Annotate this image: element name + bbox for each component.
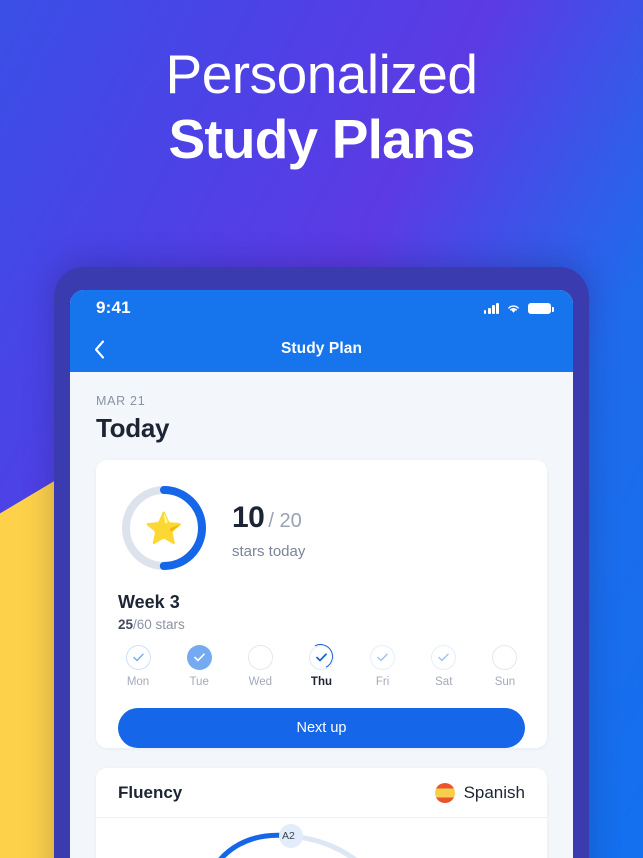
device-screen: 9:41 Study Plan MAR 21 Today ⭐ 10 / 20 s…: [70, 290, 573, 858]
fluency-title: Fluency: [118, 783, 183, 802]
week-days-row: Mon Tue Wed Thu Fri Sat Sun: [118, 641, 525, 688]
check-icon: [193, 653, 205, 662]
day-circle-thu: [305, 641, 337, 673]
check-icon: [438, 653, 450, 662]
week-stars-total: /60 stars: [133, 617, 185, 632]
week-title: Week 3: [118, 592, 180, 612]
next-up-button[interactable]: Next up: [118, 708, 525, 748]
stars-count: 10: [232, 500, 265, 534]
day-label-mon: Mon: [126, 676, 150, 688]
status-bar: 9:41: [70, 290, 573, 326]
wifi-icon: [508, 304, 519, 313]
week-block: Week 3 25/60 stars Mon Tue Wed Thu Fri S…: [96, 578, 547, 688]
today-heading: Today: [96, 413, 170, 443]
day-item-thu[interactable]: Thu: [303, 641, 339, 688]
check-icon: [377, 653, 388, 662]
back-button[interactable]: [84, 334, 114, 364]
day-circle-sun: [492, 645, 518, 670]
stars-total: / 20: [268, 509, 302, 532]
day-item-mon[interactable]: Mon: [120, 645, 156, 688]
star-icon: ⭐: [144, 510, 184, 546]
day-circle-mon: [125, 645, 151, 670]
day-item-wed[interactable]: Wed: [242, 645, 278, 688]
today-progress-arc: [305, 641, 337, 673]
study-plan-card: ⭐ 10/ 20 stars today Week 3 25/60 stars: [96, 460, 547, 748]
spain-flag-icon: [434, 783, 455, 803]
day-label-tue: Tue: [189, 676, 209, 688]
stars-text-block: 10/ 20 stars today: [232, 497, 305, 560]
fluency-language-name: Spanish: [463, 783, 525, 802]
status-time: 9:41: [96, 298, 131, 317]
day-circle-fri: [370, 645, 396, 670]
week-stars-progress: 25/60 stars: [118, 617, 525, 632]
fluency-arc-chart: A1 A2: [96, 818, 547, 858]
day-item-tue[interactable]: Tue: [181, 645, 217, 688]
headline-line-1: Personalized: [165, 43, 478, 105]
stars-count-line: 10/ 20: [232, 501, 305, 535]
fluency-arc-svg: [218, 824, 358, 858]
day-label-wed: Wed: [248, 676, 273, 688]
fluency-card-header: Fluency Spanish: [96, 768, 547, 818]
date-label: MAR 21: [96, 394, 146, 408]
day-label-thu: Thu: [310, 676, 332, 688]
screenshot-root: Personalized Study Plans 9:41 Study Plan…: [0, 0, 643, 858]
check-icon: [132, 653, 144, 662]
nav-bar: Study Plan: [70, 326, 573, 372]
day-item-sun[interactable]: Sun: [487, 645, 523, 688]
stars-progress-ring: ⭐: [118, 482, 210, 574]
day-item-fri[interactable]: Fri: [365, 645, 401, 688]
day-item-sat[interactable]: Sat: [426, 645, 462, 688]
page-title: Study Plan: [280, 340, 363, 357]
status-icons: [483, 302, 554, 314]
fluency-node-a2: A2: [282, 830, 295, 842]
battery-icon: [528, 302, 554, 314]
day-label-sun: Sun: [494, 676, 516, 688]
day-label-fri: Fri: [375, 676, 390, 688]
chevron-left-icon: [94, 339, 104, 359]
stars-caption: stars today: [232, 542, 306, 560]
day-circle-wed: [247, 645, 273, 670]
stars-summary-row: ⭐ 10/ 20 stars today: [96, 460, 547, 578]
day-circle-sat: [431, 645, 457, 670]
headline-line-2: Study Plans: [168, 107, 476, 170]
headline: Personalized Study Plans: [0, 43, 643, 173]
day-circle-tue: [186, 645, 212, 670]
fluency-card: Fluency Spanish A1 A2: [96, 768, 547, 858]
day-label-sat: Sat: [435, 676, 453, 688]
main-content: MAR 21 Today ⭐ 10/ 20 stars today Week 3…: [70, 372, 573, 858]
signal-bars-icon: [483, 302, 499, 314]
fluency-language[interactable]: Spanish: [434, 783, 525, 803]
week-stars-earned: 25: [118, 617, 134, 632]
